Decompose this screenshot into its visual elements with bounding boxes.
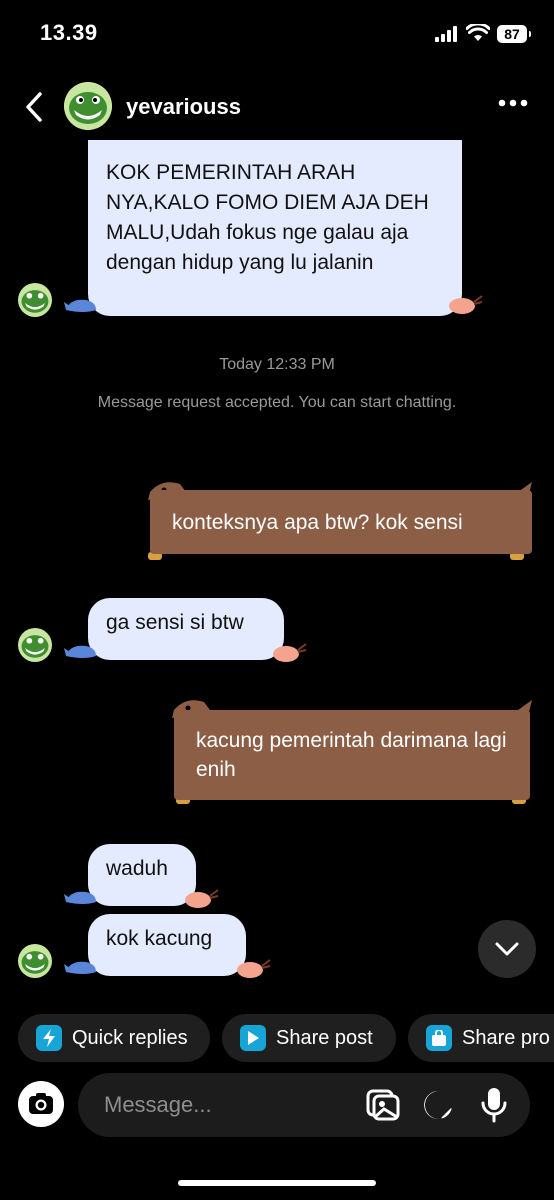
chevron-down-icon [495, 942, 519, 956]
message-text: konteksnya apa btw? kok sensi [172, 510, 463, 534]
quick-replies-chip[interactable]: Quick replies [18, 1014, 210, 1062]
avatar[interactable] [64, 82, 112, 130]
cellular-signal-icon [435, 26, 457, 42]
back-arrow-icon[interactable] [22, 90, 46, 124]
dinosaur-avatar-icon [64, 82, 112, 130]
lightning-icon [36, 1025, 62, 1051]
message-input[interactable]: Message... [104, 1092, 212, 1118]
battery-icon: 87 [497, 25, 531, 43]
sender-avatar [18, 628, 52, 662]
message-text: kacung pemerintah darimana lagi enih [196, 729, 507, 781]
share-product-chip[interactable]: Share pro [408, 1014, 554, 1062]
sender-avatar [18, 283, 52, 317]
dinosaur-avatar-icon [21, 951, 49, 974]
sender-avatar [18, 944, 52, 978]
outgoing-message[interactable]: konteksnya apa btw? kok sensi [150, 490, 532, 554]
whale-sticker-icon [64, 645, 96, 658]
incoming-message[interactable]: kok kacung [88, 914, 246, 976]
system-note: Message request accepted. You can start … [97, 389, 457, 417]
outgoing-message[interactable]: kacung pemerintah darimana lagi enih [174, 710, 530, 800]
incoming-message[interactable]: KOK PEMERINTAH ARAH NYA,KALO FOMO DIEM A… [88, 140, 462, 316]
chat-timestamp: Today 12:33 PM [219, 356, 335, 373]
dinosaur-avatar-icon [21, 290, 49, 313]
whale-sticker-icon [64, 961, 96, 974]
shrimp-sticker-icon [237, 959, 271, 978]
camera-icon [29, 1093, 53, 1114]
microphone-icon[interactable] [481, 1087, 507, 1123]
message-text: waduh [106, 857, 168, 880]
whale-sticker-icon [64, 891, 96, 904]
shopping-bag-icon [426, 1025, 452, 1051]
chip-label: Share post [276, 1026, 373, 1049]
message-text: kok kacung [106, 927, 213, 950]
dinosaur-avatar-icon [21, 635, 49, 658]
camera-button[interactable] [18, 1081, 64, 1127]
shrimp-sticker-icon [449, 295, 483, 314]
chip-label: Quick replies [72, 1026, 188, 1049]
system-note-text: Message request accepted. You can start … [97, 394, 457, 411]
incoming-message[interactable]: ga sensi si btw [88, 598, 284, 660]
whale-sticker-icon [64, 299, 96, 312]
gallery-icon[interactable] [366, 1089, 400, 1121]
share-post-chip[interactable]: Share post [222, 1014, 396, 1062]
conversation-username[interactable]: yevariouss [126, 94, 241, 120]
play-icon [240, 1025, 266, 1051]
shrimp-sticker-icon [185, 889, 219, 908]
status-time: 13.39 [40, 20, 98, 45]
shrimp-sticker-icon [273, 643, 307, 662]
incoming-message[interactable]: waduh [88, 844, 196, 906]
scroll-to-bottom-button[interactable] [478, 920, 536, 978]
message-text: ga sensi si btw [106, 611, 244, 634]
more-options-icon[interactable] [498, 98, 528, 108]
chip-label: Share pro [462, 1026, 550, 1049]
sticker-icon[interactable] [422, 1089, 454, 1121]
message-text: KOK PEMERINTAH ARAH NYA,KALO FOMO DIEM A… [106, 161, 429, 274]
home-indicator [178, 1180, 376, 1186]
wifi-icon [466, 24, 490, 41]
